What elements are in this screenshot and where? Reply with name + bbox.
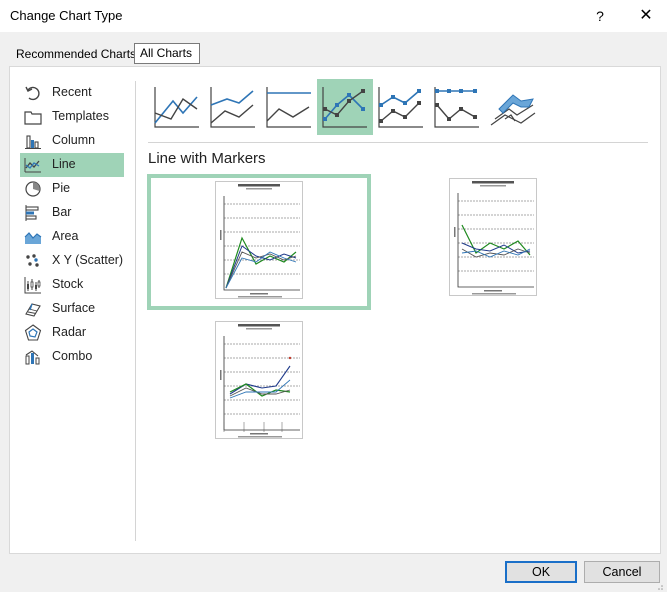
ok-button[interactable]: OK: [505, 561, 577, 583]
preview-chart-graphic: [220, 184, 300, 298]
stacked-line-with-markers-icon: [378, 87, 423, 128]
subtype-100-stacked-line[interactable]: [261, 79, 317, 135]
subtype-line[interactable]: [149, 79, 205, 135]
nav-label: Column: [52, 133, 96, 147]
preview-chart-graphic: [220, 324, 300, 438]
nav-item-templates[interactable]: Templates: [20, 105, 124, 129]
100-stacked-line-icon: [266, 87, 311, 128]
pie-chart-icon: [25, 181, 41, 197]
100-stacked-line-with-markers-icon: [434, 87, 479, 128]
preview-chart-graphic: [454, 181, 534, 295]
nav-label: Area: [52, 229, 79, 243]
all-charts-panel: Recent Templates Column Line Pie Bar Are…: [9, 66, 661, 554]
chart-preview-3[interactable]: [147, 321, 371, 457]
nav-label: Surface: [52, 301, 96, 315]
nav-item-radar[interactable]: Radar: [20, 321, 124, 345]
nav-item-surface[interactable]: Surface: [20, 297, 124, 321]
combo-chart-icon: [25, 350, 40, 365]
nav-item-column[interactable]: Column: [20, 129, 124, 153]
subtype-line-with-markers[interactable]: [317, 79, 373, 135]
chart-preview-2[interactable]: [385, 174, 609, 310]
chart-preview-1[interactable]: [147, 174, 371, 310]
tab-all-charts[interactable]: All Charts: [134, 43, 200, 64]
selected-subtype-title: Line with Markers: [148, 150, 266, 167]
folder-icon: [24, 111, 42, 125]
line-with-markers-icon: [322, 87, 367, 128]
nav-item-stock[interactable]: Stock: [20, 273, 124, 297]
nav-label: Radar: [52, 325, 87, 339]
chart-category-list: Recent Templates Column Line Pie Bar Are…: [20, 81, 124, 369]
resize-grip-icon[interactable]: [654, 584, 664, 591]
nav-item-combo[interactable]: Combo: [20, 345, 124, 369]
title-bar: Change Chart Type ? ✕: [0, 0, 667, 32]
line-chart-icon: [24, 158, 41, 173]
nav-item-xy-scatter[interactable]: X Y (Scatter): [20, 249, 124, 273]
window-title: Change Chart Type: [10, 8, 123, 23]
bar-chart-icon: [25, 205, 39, 221]
gallery-divider: [148, 142, 648, 143]
preview-thumbnail: [215, 181, 303, 299]
stacked-line-icon: [210, 87, 255, 128]
nav-item-bar[interactable]: Bar: [20, 201, 124, 225]
nav-label: Bar: [52, 205, 72, 219]
recent-icon: [25, 86, 40, 101]
area-chart-icon: [24, 232, 42, 244]
nav-item-area[interactable]: Area: [20, 225, 124, 249]
line-icon: [154, 87, 199, 128]
nav-label: X Y (Scatter): [52, 253, 124, 267]
nav-label: Stock: [52, 277, 84, 291]
nav-label: Pie: [52, 181, 71, 195]
column-chart-icon: [25, 135, 41, 149]
nav-item-line[interactable]: Line: [20, 153, 124, 177]
3d-line-icon: [490, 94, 536, 126]
help-button[interactable]: ?: [590, 6, 610, 26]
subtype-3d-line[interactable]: [485, 79, 541, 135]
preview-thumbnail: [215, 321, 303, 439]
preview-thumbnail: [449, 178, 537, 296]
nav-label: Recent: [52, 85, 92, 99]
nav-label: Line: [52, 157, 76, 171]
radar-chart-icon: [24, 324, 42, 341]
nav-label: Templates: [52, 109, 109, 123]
subtype-stacked-line[interactable]: [205, 79, 261, 135]
stock-chart-icon: [24, 277, 41, 294]
subtype-stacked-line-with-markers[interactable]: [373, 79, 429, 135]
scatter-chart-icon: [26, 254, 39, 267]
nav-separator: [135, 81, 136, 541]
surface-chart-icon: [25, 303, 41, 317]
chart-subtype-gallery: [149, 79, 649, 137]
tab-recommended-charts[interactable]: Recommended Charts: [10, 42, 136, 66]
subtype-100-stacked-line-with-markers[interactable]: [429, 79, 485, 135]
nav-item-pie[interactable]: Pie: [20, 177, 124, 201]
nav-item-recent[interactable]: Recent: [20, 81, 124, 105]
nav-label: Combo: [52, 349, 93, 363]
cancel-button[interactable]: Cancel: [584, 561, 660, 583]
close-button[interactable]: ✕: [634, 6, 658, 26]
